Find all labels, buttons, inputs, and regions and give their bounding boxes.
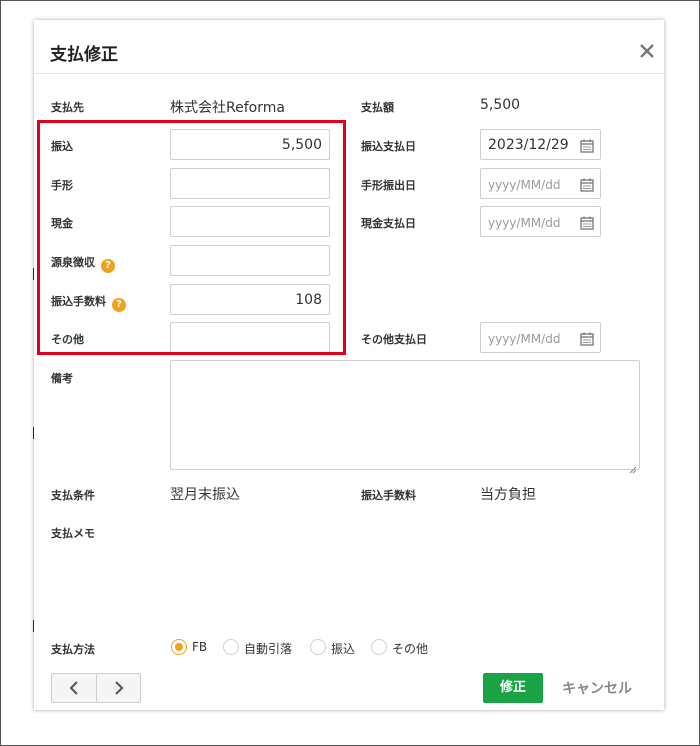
bill-date-placeholder: yyyy/MM/dd [488,178,561,192]
chevron-right-icon [115,681,124,695]
bill-amount-input[interactable] [170,168,330,199]
cash-date-placeholder: yyyy/MM/dd [488,216,561,230]
payee-label: 支払先 [51,101,84,114]
cash-date-label: 現金支払日 [361,217,416,230]
transfer-date-value: 2023/12/29 [488,137,569,153]
bill-date-label: 手形振出日 [361,179,416,192]
remarks-label: 備考 [51,372,73,385]
cash-amount-input[interactable] [170,206,330,237]
next-button[interactable] [97,674,141,702]
radio-auto-debit-label: 自動引落 [244,642,293,656]
pager [51,673,141,703]
cash-date-field[interactable]: yyyy/MM/dd [480,206,601,237]
radio-fb[interactable] [171,639,187,655]
radio-auto-debit[interactable] [223,639,239,655]
withholding-amount-input[interactable] [170,245,330,276]
cash-label: 現金 [51,217,73,230]
cancel-button[interactable]: キャンセル [562,678,632,698]
chevron-left-icon [69,681,78,695]
other-amount-input[interactable] [170,322,330,353]
radio-other-label: その他 [392,642,429,656]
transfer-amount-input[interactable] [170,129,330,160]
save-button[interactable]: 修正 [483,673,543,703]
transfer-fee-label-row: 振込手数料? [51,293,126,312]
calendar-icon[interactable] [580,177,594,192]
other-date-field[interactable]: yyyy/MM/dd [480,322,601,353]
transfer-date-field[interactable]: 2023/12/29 [480,129,601,160]
radio-other[interactable] [371,639,387,655]
radio-fb-label: FB [192,640,208,654]
other-label: その他 [51,333,84,346]
withholding-label: 源泉徴収 [51,256,95,269]
terms-value: 翌月末振込 [170,487,240,503]
calendar-icon[interactable] [580,215,594,230]
calendar-icon[interactable] [580,138,594,153]
transfer-fee-input[interactable] [170,284,330,315]
withholding-label-row: 源泉徴収? [51,254,115,273]
remarks-textarea[interactable] [170,360,640,474]
transfer-label: 振込 [51,140,73,153]
method-label: 支払方法 [51,643,95,656]
amount-label: 支払額 [361,101,394,114]
other-date-placeholder: yyyy/MM/dd [488,332,561,346]
fee-bearer-label: 振込手数料 [361,489,416,502]
bill-label: 手形 [51,179,73,192]
fee-bearer-value: 当方負担 [480,487,536,503]
other-date-label: その他支払日 [361,333,427,346]
prev-button[interactable] [52,674,96,702]
radio-transfer-label: 振込 [331,642,356,656]
help-icon[interactable]: ? [112,298,126,312]
payment-edit-dialog: 支払修正 支払先 株式会社Reforma 支払額 5,500 振込 振込支払日 … [34,20,664,710]
payee-value: 株式会社Reforma [170,100,285,116]
bill-date-field[interactable]: yyyy/MM/dd [480,168,601,199]
calendar-icon[interactable] [580,331,594,346]
help-icon[interactable]: ? [101,259,115,273]
transfer-date-label: 振込支払日 [361,140,416,153]
radio-transfer[interactable] [310,639,326,655]
resize-grip-icon[interactable] [629,459,637,474]
dialog-title: 支払修正 [50,45,118,65]
title-divider [34,73,664,74]
terms-label: 支払条件 [51,489,95,502]
memo-label: 支払メモ [51,527,95,540]
close-icon[interactable] [634,38,660,64]
transfer-fee-label: 振込手数料 [51,295,106,308]
amount-value: 5,500 [480,97,521,113]
